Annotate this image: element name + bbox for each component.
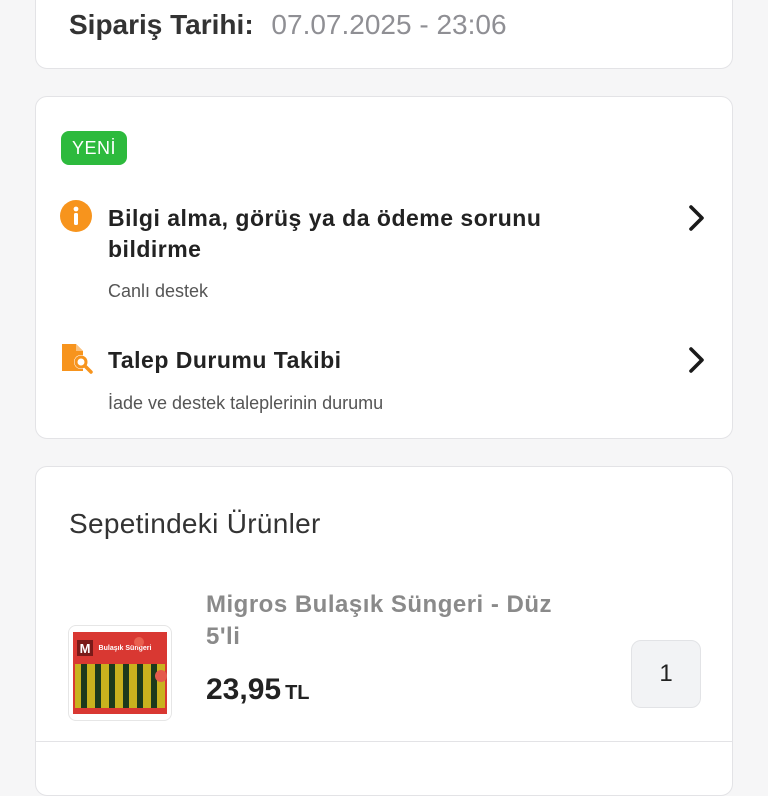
product-image-label: Bulaşık Süngeri: [99, 645, 152, 652]
chevron-right-icon[interactable]: [683, 203, 709, 233]
product-price-currency: TL: [285, 682, 310, 704]
support-row-title: Bilgi alma, görüş ya da ödeme sorunu bil…: [108, 205, 542, 262]
order-date-label: Sipariş Tarihi:: [69, 9, 254, 40]
product-image-brand: M: [80, 641, 91, 656]
order-date-value: 07.07.2025 - 23:06: [271, 9, 507, 40]
divider: [36, 741, 732, 742]
support-row-title: Talep Durumu Takibi: [108, 347, 342, 373]
basket-products-title: Sepetindeki Ürünler: [69, 508, 321, 539]
product-price-value: 23,95: [206, 673, 282, 706]
support-row-subtitle: Canlı destek: [108, 281, 209, 301]
order-date-card: Sipariş Tarihi: 07.07.2025 - 23:06: [35, 0, 733, 69]
new-badge: YENİ: [61, 131, 128, 165]
order-date-row: Sipariş Tarihi: 07.07.2025 - 23:06: [69, 5, 507, 45]
chevron-right-icon[interactable]: [683, 345, 709, 375]
quantity-box[interactable]: 1: [631, 640, 701, 708]
document-search-icon: [59, 341, 93, 375]
product-name[interactable]: Migros Bulaşık Süngeri - Düz 5'li: [206, 589, 566, 653]
product-price: 23,95 TL: [206, 671, 310, 712]
support-row-subtitle: İade ve destek taleplerinin durumu: [108, 393, 384, 413]
support-row-live-support[interactable]: Bilgi alma, görüş ya da ödeme sorunu bil…: [59, 199, 709, 309]
support-row-request-tracking[interactable]: Talep Durumu Takibi İade ve destek talep…: [59, 341, 709, 421]
info-icon: [59, 199, 93, 233]
product-image[interactable]: M Bulaşık Süngeri: [68, 625, 172, 721]
support-card: YENİ Bilgi alma, görüş ya da ödeme sorun…: [35, 96, 733, 439]
basket-products-card: Sepetindeki Ürünler M Bulaşık Süngeri Mi…: [35, 466, 733, 796]
